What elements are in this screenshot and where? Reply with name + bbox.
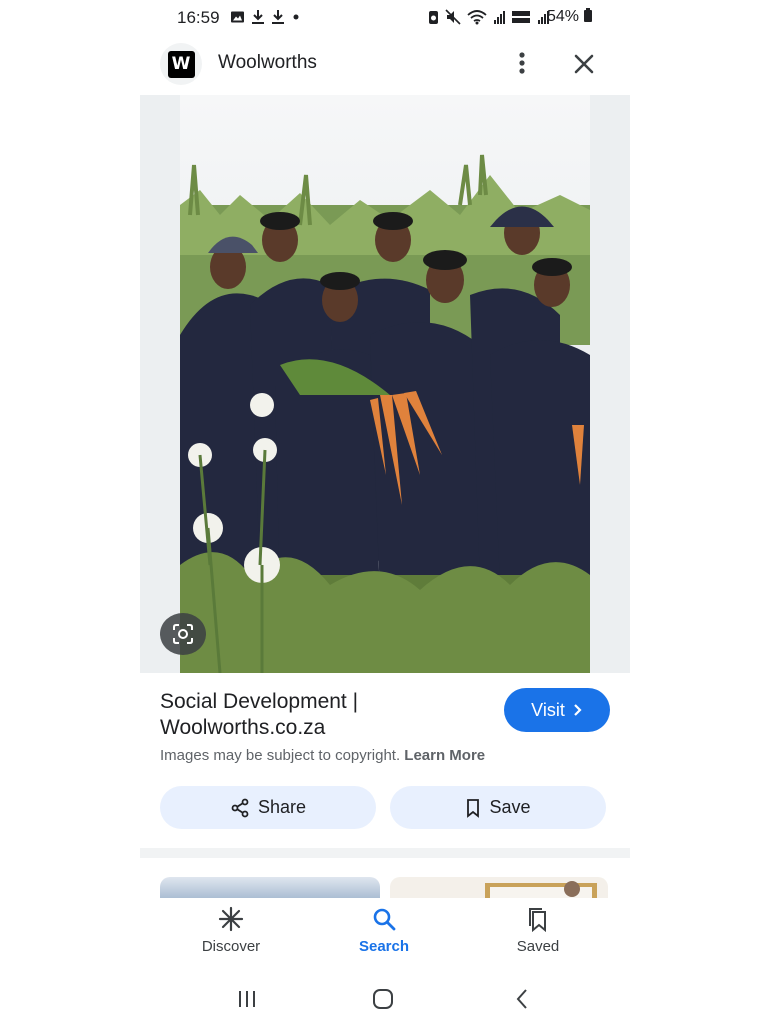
nav-saved-label: Saved xyxy=(516,938,560,955)
dot-icon xyxy=(293,14,299,20)
google-lens-icon[interactable] xyxy=(160,613,206,655)
more-vert-icon[interactable] xyxy=(510,50,534,76)
battery-icon xyxy=(584,8,593,22)
image-icon xyxy=(231,11,244,23)
signal-icon xyxy=(494,11,505,24)
related-image-thumbnail[interactable] xyxy=(160,877,380,899)
thumbnail-preview xyxy=(485,881,597,899)
related-image-thumbnail[interactable] xyxy=(390,877,608,899)
share-button[interactable]: Share xyxy=(160,786,376,829)
copyright-notice: Images may be subject to copyright. Lear… xyxy=(160,747,485,764)
system-status-icons xyxy=(428,9,549,25)
section-divider xyxy=(140,848,630,858)
download-icon xyxy=(272,10,284,24)
home-icon[interactable] xyxy=(368,984,398,1014)
woolworths-logo: W xyxy=(167,50,195,78)
share-icon xyxy=(231,798,249,817)
download-icon xyxy=(252,10,264,24)
save-label: Save xyxy=(489,797,531,817)
wifi-icon xyxy=(467,10,487,25)
bookmark-icon xyxy=(467,798,480,818)
result-image[interactable] xyxy=(180,95,590,673)
chevron-right-icon xyxy=(574,704,582,716)
system-navigation-bar xyxy=(0,980,768,1020)
copyright-text: Images may be subject to copyright. xyxy=(160,747,401,764)
site-name[interactable]: Woolworths xyxy=(218,52,317,74)
home-glyph xyxy=(373,989,393,1009)
learn-more-link[interactable]: Learn More xyxy=(404,747,485,764)
mute-icon xyxy=(445,9,461,25)
lens-glyph xyxy=(173,624,193,644)
nav-search-label: Search xyxy=(358,938,410,955)
back-glyph xyxy=(516,989,527,1009)
battery-percent: 54% xyxy=(547,8,593,26)
recents-glyph xyxy=(239,991,255,1007)
group-photo-illustration xyxy=(180,95,590,673)
result-title-line1: Social Development | xyxy=(160,690,359,713)
asterisk-icon xyxy=(218,906,244,932)
nav-discover[interactable]: Discover xyxy=(176,906,286,955)
close-icon[interactable] xyxy=(570,50,598,78)
image-preview-area xyxy=(140,95,630,673)
back-icon[interactable] xyxy=(507,984,537,1014)
visit-label: Visit xyxy=(531,699,565,720)
bottom-navigation: Discover Search Saved xyxy=(140,898,630,970)
search-icon xyxy=(373,908,396,931)
recents-icon[interactable] xyxy=(232,984,262,1014)
battery-percent-text: 54% xyxy=(547,8,580,25)
notification-icons xyxy=(230,9,301,25)
visit-button[interactable]: Visit xyxy=(504,688,610,732)
viewer-header: W Woolworths xyxy=(140,40,630,86)
battery-saver-icon xyxy=(429,11,438,24)
result-title[interactable]: Social Development | Woolworths.co.za xyxy=(160,689,480,741)
share-label: Share xyxy=(257,797,307,817)
nav-discover-label: Discover xyxy=(201,938,261,955)
nav-search[interactable]: Search xyxy=(329,906,439,955)
result-title-line2: Woolworths.co.za xyxy=(160,716,326,739)
site-favicon: W xyxy=(160,43,202,85)
volte-icon xyxy=(512,11,530,23)
status-bar: 16:59 54% xyxy=(0,0,768,36)
bookmarks-icon xyxy=(529,908,546,932)
nav-saved[interactable]: Saved xyxy=(483,906,593,955)
status-time: 16:59 xyxy=(177,8,220,27)
save-button[interactable]: Save xyxy=(390,786,606,829)
